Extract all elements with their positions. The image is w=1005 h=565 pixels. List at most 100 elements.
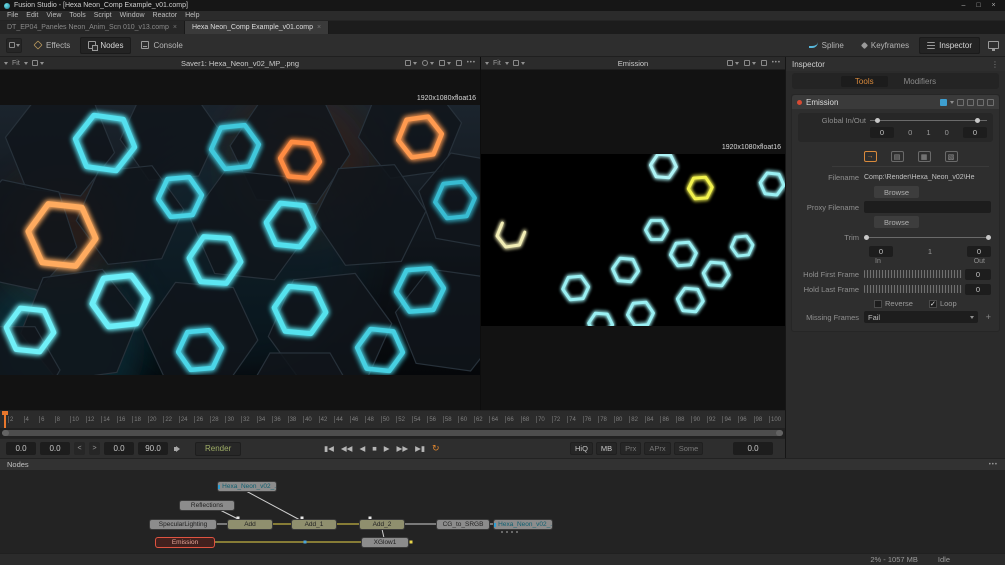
viewer-left-canvas[interactable]: 1920x1080xfloat16 <box>0 70 480 410</box>
goto-start-button[interactable]: ▮◀ <box>324 444 334 453</box>
play-reverse-button[interactable]: ◀ <box>359 444 365 453</box>
node-color-swatch[interactable] <box>940 98 947 106</box>
tab-close-icon[interactable]: × <box>173 24 177 31</box>
roi-button[interactable] <box>760 60 767 66</box>
inspector-menu-icon[interactable]: ⋮ <box>991 60 999 69</box>
quality-hiq-toggle[interactable]: HiQ <box>570 442 593 455</box>
browse-button[interactable]: Browse <box>874 186 920 198</box>
filename-value[interactable]: Comp:\Render\Hexa_Neon_v02\He <box>864 174 975 181</box>
zoom-caret-icon[interactable] <box>504 62 509 67</box>
grid-select[interactable] <box>743 59 756 67</box>
toolbar-nodes-button[interactable]: Nodes <box>80 36 132 54</box>
global-in-out-slider[interactable] <box>870 117 987 125</box>
toolbar-spline-button[interactable]: Spline <box>801 37 852 54</box>
fast-forward-button[interactable]: ▶▶ <box>397 444 409 453</box>
tab-modifiers[interactable]: Modifiers <box>890 76 950 87</box>
node-section-header[interactable]: Emission <box>792 95 999 109</box>
quality-prx-toggle[interactable]: Prx <box>620 442 642 455</box>
proxy-filename-field[interactable] <box>864 201 991 213</box>
menu-item-reactor[interactable]: Reactor <box>149 11 182 21</box>
node-specularlighting[interactable]: SpecularLighting <box>150 520 216 529</box>
render-start-field[interactable]: 0.0 <box>6 442 36 455</box>
channel-select[interactable] <box>404 59 417 67</box>
zoom-select[interactable]: Fit <box>12 60 20 67</box>
grid-select[interactable] <box>438 59 451 67</box>
current-frame-field[interactable]: 0.0 <box>733 442 773 455</box>
stop-button[interactable]: ■ <box>372 444 377 453</box>
global-in-field[interactable]: 0 <box>870 127 894 138</box>
menu-item-window[interactable]: Window <box>116 11 149 21</box>
chevron-down-icon[interactable] <box>950 101 954 106</box>
subtab-import-icon[interactable]: ▤ <box>890 151 904 162</box>
hold-first-thumbwheel[interactable] <box>864 270 962 278</box>
trim-out-handle[interactable] <box>986 234 991 240</box>
global-out-field[interactable]: 0 <box>962 127 987 138</box>
node-hexa-neon-v02-[interactable]: Hexa_Neon_v02_.. <box>218 482 276 491</box>
step-forward-button[interactable]: > <box>89 442 100 455</box>
toolbar-inspector-button[interactable]: Inspector <box>919 36 980 54</box>
checkbox-box[interactable] <box>874 299 882 308</box>
channel-select[interactable] <box>726 59 739 67</box>
timeline-scrollbar-handle[interactable] <box>2 430 783 436</box>
zoom-select[interactable]: Fit <box>493 60 501 67</box>
reverse-checkbox[interactable]: Reverse <box>874 299 913 308</box>
play-button[interactable]: ▶ <box>384 444 390 453</box>
node-reflections[interactable]: Reflections <box>180 501 234 510</box>
goto-end-button[interactable]: ▶▮ <box>415 444 425 453</box>
menu-item-view[interactable]: View <box>42 11 65 21</box>
minimize-button[interactable]: – <box>956 0 971 11</box>
quality-aprx-toggle[interactable]: APrx <box>644 442 671 455</box>
node-add[interactable]: Add <box>228 520 272 529</box>
proxy-browse-button[interactable]: Browse <box>874 216 920 228</box>
range-start-field[interactable]: 0.0 <box>104 442 134 455</box>
viewer-menu-caret-icon[interactable] <box>4 62 8 67</box>
missing-frames-dropdown[interactable]: Fail <box>864 311 978 323</box>
add-modifier-button[interactable]: + <box>986 312 991 322</box>
tab-close-icon[interactable]: × <box>317 24 321 31</box>
reset-icon[interactable] <box>987 98 994 106</box>
hold-first-field[interactable]: 0 <box>965 268 991 280</box>
node-add-1[interactable]: Add_1 <box>292 520 336 529</box>
hold-last-field[interactable]: 0 <box>965 283 991 295</box>
trim-in-field[interactable]: 0 <box>869 246 893 257</box>
trim-out-field[interactable]: 0 <box>966 246 991 257</box>
node-cg-to-srgb[interactable]: CG_to_SRGB <box>437 520 489 529</box>
menu-item-help[interactable]: Help <box>181 11 203 21</box>
global-out-handle[interactable] <box>975 118 981 123</box>
comp-tab[interactable]: Hexa Neon_Comp Example_v01.comp × <box>184 21 330 34</box>
node-emission[interactable]: Emission <box>156 538 214 547</box>
trim-slider[interactable] <box>864 233 991 241</box>
close-button[interactable]: × <box>986 0 1001 11</box>
audio-speaker-icon[interactable] <box>174 445 183 452</box>
trim-in-handle[interactable] <box>864 234 869 240</box>
menu-item-tools[interactable]: Tools <box>65 11 89 21</box>
node-canvas[interactable]: Hexa_Neon_v02_.. Reflections SpecularLight… <box>0 470 1005 553</box>
subview-select[interactable] <box>31 59 44 67</box>
hold-last-thumbwheel[interactable] <box>864 285 962 293</box>
checkbox-box[interactable]: ✓ <box>928 299 937 308</box>
node-add-2[interactable]: Add_2 <box>360 520 404 529</box>
fast-rewind-button[interactable]: ◀◀ <box>341 444 353 453</box>
timeline-scrollbar[interactable] <box>0 428 785 438</box>
global-in-handle[interactable] <box>874 118 880 123</box>
toolbar-options-button[interactable] <box>6 37 22 53</box>
viewer-right-canvas[interactable]: 1920x1080xfloat16 <box>481 70 785 410</box>
lut-select[interactable] <box>421 59 434 67</box>
roi-button[interactable] <box>455 60 462 66</box>
toolbar-keyframes-button[interactable]: Keyframes <box>854 37 917 54</box>
menu-item-file[interactable]: File <box>3 11 22 21</box>
loop-button[interactable]: ↻ <box>432 443 440 454</box>
timeline-ruler[interactable]: 2 4 6 8 10 12 14 16 18 20 22 24 26 28 30 32 34 36 38 40 42 44… <box>0 410 785 428</box>
subtab-settings-icon[interactable]: ▧ <box>944 151 958 162</box>
node-connector[interactable] <box>303 540 307 544</box>
dual-monitor-icon[interactable] <box>988 41 999 51</box>
tab-tools[interactable]: Tools <box>840 75 888 87</box>
viewer-menu-button[interactable]: ••• <box>467 60 476 66</box>
toolbar-effects-button[interactable]: Effects <box>26 37 78 54</box>
lock-icon[interactable] <box>957 98 964 106</box>
nodes-panel-menu-button[interactable]: ••• <box>989 462 998 468</box>
render-button[interactable]: Render <box>195 441 242 456</box>
range-end-field[interactable]: 90.0 <box>138 442 168 455</box>
quality-mb-toggle[interactable]: MB <box>595 442 618 455</box>
step-back-button[interactable]: < <box>74 442 85 455</box>
